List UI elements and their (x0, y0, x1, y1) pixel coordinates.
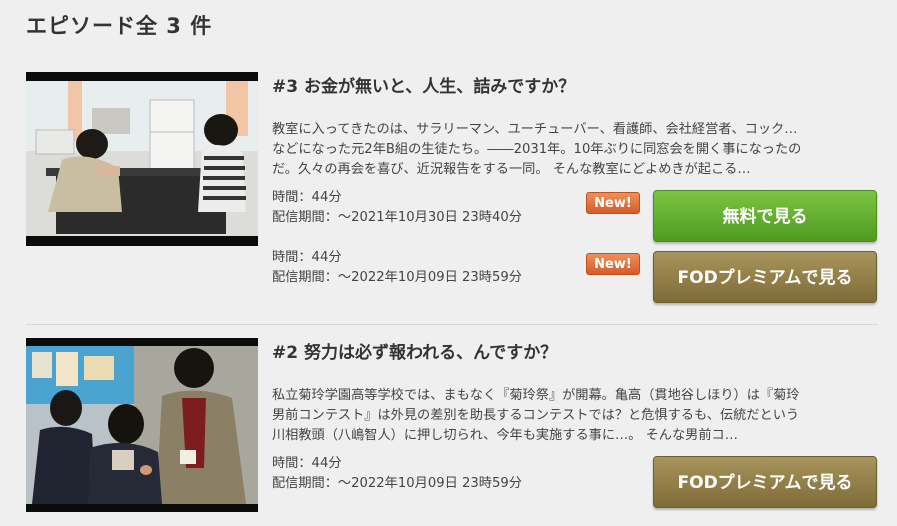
watch-premium-button[interactable]: FODプレミアムで見る (653, 251, 877, 303)
offer-info-free: 時間：44分 配信期間：～2021年10月30日 23時40分 (272, 188, 602, 228)
offer-info-premium: 時間：44分 配信期間：～2022年10月09日 23時59分 (272, 454, 602, 494)
duration-text: 時間：44分 (272, 250, 342, 265)
episode-thumbnail[interactable] (26, 72, 258, 246)
episode-title[interactable]: #3 お金が無いと、人生、詰みですか？ (272, 72, 872, 97)
thumbnail-image (26, 338, 258, 512)
duration-text: 時間：44分 (272, 190, 342, 205)
new-badge: New! (586, 253, 640, 275)
synopsis-line: だ。久々の再会を喜び、近況報告をする一同。 そんな教室にどよめきが起こる… (272, 162, 751, 177)
synopsis-line: 教室に入ってきたのは、サラリーマン、ユーチューバー、看護師、会社経営者、コック… (272, 122, 798, 137)
period-text: 配信期間：～2022年10月09日 23時59分 (272, 270, 522, 285)
episode-synopsis: 教室に入ってきたのは、サラリーマン、ユーチューバー、看護師、会社経営者、コック…… (272, 120, 872, 180)
synopsis-line: 私立菊玲学園高等学校では、まもなく『菊玲祭』が開幕。亀高（貫地谷しほり）は『菊玲 (272, 388, 800, 403)
period-text: 配信期間：～2021年10月30日 23時40分 (272, 210, 522, 225)
synopsis-line: 川相教頭（八嶋智人）に押し切られ、今年も実施する事に…。 そんな男前コ… (272, 428, 738, 443)
thumbnail-image (26, 72, 258, 246)
episode-synopsis: 私立菊玲学園高等学校では、まもなく『菊玲祭』が開幕。亀高（貫地谷しほり）は『菊玲… (272, 386, 872, 446)
episode-item: #2 努力は必ず報われる、んですか？ 私立菊玲学園高等学校では、まもなく『菊玲祭… (26, 338, 878, 526)
period-text: 配信期間：～2022年10月09日 23時59分 (272, 476, 522, 491)
watch-premium-button[interactable]: FODプレミアムで見る (653, 456, 877, 508)
duration-text: 時間：44分 (272, 456, 342, 471)
episode-count-heading: エピソード全 3 件 (26, 14, 213, 38)
episode-divider (26, 324, 878, 325)
synopsis-line: などになった元2年B組の生徒たち。――2031年。10年ぶりに同窓会を開く事にな… (272, 142, 802, 157)
watch-free-button[interactable]: 無料で見る (653, 190, 877, 242)
episode-item: #3 お金が無いと、人生、詰みですか？ 教室に入ってきたのは、サラリーマン、ユー… (26, 72, 878, 324)
offer-info-premium: 時間：44分 配信期間：～2022年10月09日 23時59分 (272, 248, 602, 288)
episode-title[interactable]: #2 努力は必ず報われる、んですか？ (272, 338, 872, 363)
new-badge: New! (586, 192, 640, 214)
synopsis-line: 男前コンテスト』は外見の差別を助長するコンテストでは？と危惧するも、伝統だという (272, 408, 800, 423)
episode-thumbnail[interactable] (26, 338, 258, 512)
